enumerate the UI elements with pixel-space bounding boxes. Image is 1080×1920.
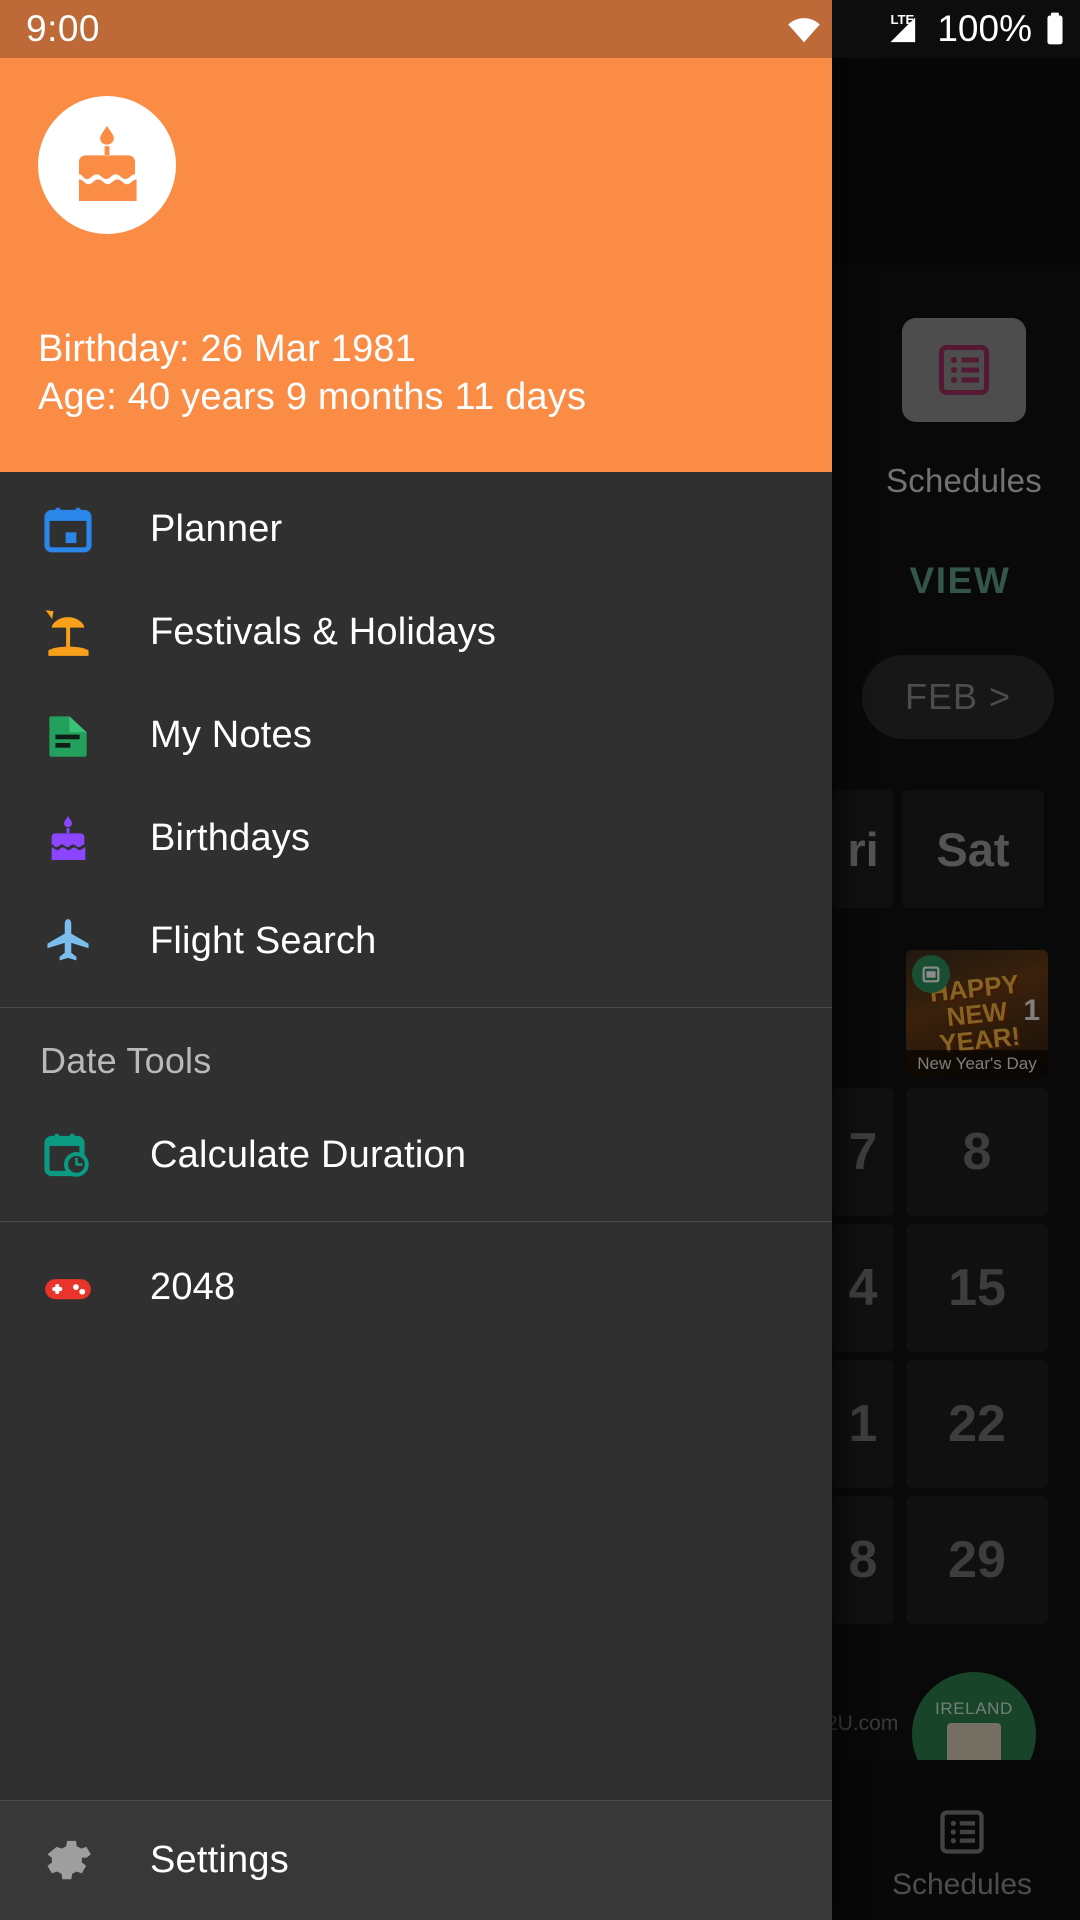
menu-item-label: Festivals & Holidays — [150, 611, 497, 653]
drawer-header: Birthday: 26 Mar 1981 Age: 40 years 9 mo… — [0, 58, 832, 472]
menu-item-label: Planner — [150, 508, 283, 550]
phone-screen: Schedules VIEW FEB > ri Sat HAPPY NEW YE… — [0, 0, 1080, 1920]
battery-full-icon — [1044, 9, 1066, 49]
calendar-clock-icon — [40, 1128, 108, 1184]
age-line: Age: 40 years 9 months 11 days — [38, 376, 587, 419]
lte-signal-icon: LTE — [879, 9, 925, 49]
menu-item-birthdays[interactable]: Birthdays — [0, 787, 832, 890]
status-bar-icons — [784, 0, 832, 58]
menu-item-calculate-duration[interactable]: Calculate Duration — [0, 1104, 832, 1207]
menu-item-my-notes[interactable]: My Notes — [0, 684, 832, 787]
wifi-icon — [784, 9, 824, 49]
birthday-cake-icon — [79, 125, 137, 201]
beach-umbrella-icon — [40, 605, 108, 661]
avatar[interactable] — [38, 96, 176, 234]
gamepad-icon — [40, 1260, 108, 1316]
menu-item-label: Settings — [150, 1839, 289, 1881]
menu-item-festivals-holidays[interactable]: Festivals & Holidays — [0, 581, 832, 684]
battery-percent-label: 100% — [937, 8, 1032, 49]
status-bar-clock: 9:00 — [26, 8, 101, 49]
drawer-menu: Planner Festivals & Holidays My Notes Bi… — [0, 472, 832, 1800]
menu-divider — [0, 1007, 832, 1008]
menu-item-label: Birthdays — [150, 817, 311, 859]
section-title-date-tools: Date Tools — [40, 1040, 212, 1081]
menu-item-settings[interactable]: Settings — [0, 1800, 832, 1920]
menu-item-label: Flight Search — [150, 920, 377, 962]
navigation-drawer: 9:00 Birthday: 26 Mar 1981 Age: 40 years… — [0, 0, 832, 1920]
airplane-icon — [40, 914, 108, 970]
status-bar-right: LTE 100% — [832, 0, 1080, 58]
menu-divider — [0, 1221, 832, 1222]
menu-item-label: My Notes — [150, 714, 313, 756]
calendar-icon — [40, 502, 108, 558]
gear-icon — [40, 1833, 108, 1889]
menu-item-flight-search[interactable]: Flight Search — [0, 890, 832, 993]
menu-item-2048[interactable]: 2048 — [0, 1236, 832, 1339]
menu-item-label: Calculate Duration — [150, 1134, 467, 1176]
note-document-icon — [40, 708, 108, 764]
drawer-header-text: Birthday: 26 Mar 1981 Age: 40 years 9 mo… — [38, 325, 586, 422]
birthday-line: Birthday: 26 Mar 1981 — [38, 327, 417, 370]
status-bar: 9:00 — [0, 0, 832, 58]
menu-item-label: 2048 — [150, 1266, 236, 1308]
menu-item-planner[interactable]: Planner — [0, 478, 832, 581]
birthday-cake-icon — [40, 811, 108, 867]
